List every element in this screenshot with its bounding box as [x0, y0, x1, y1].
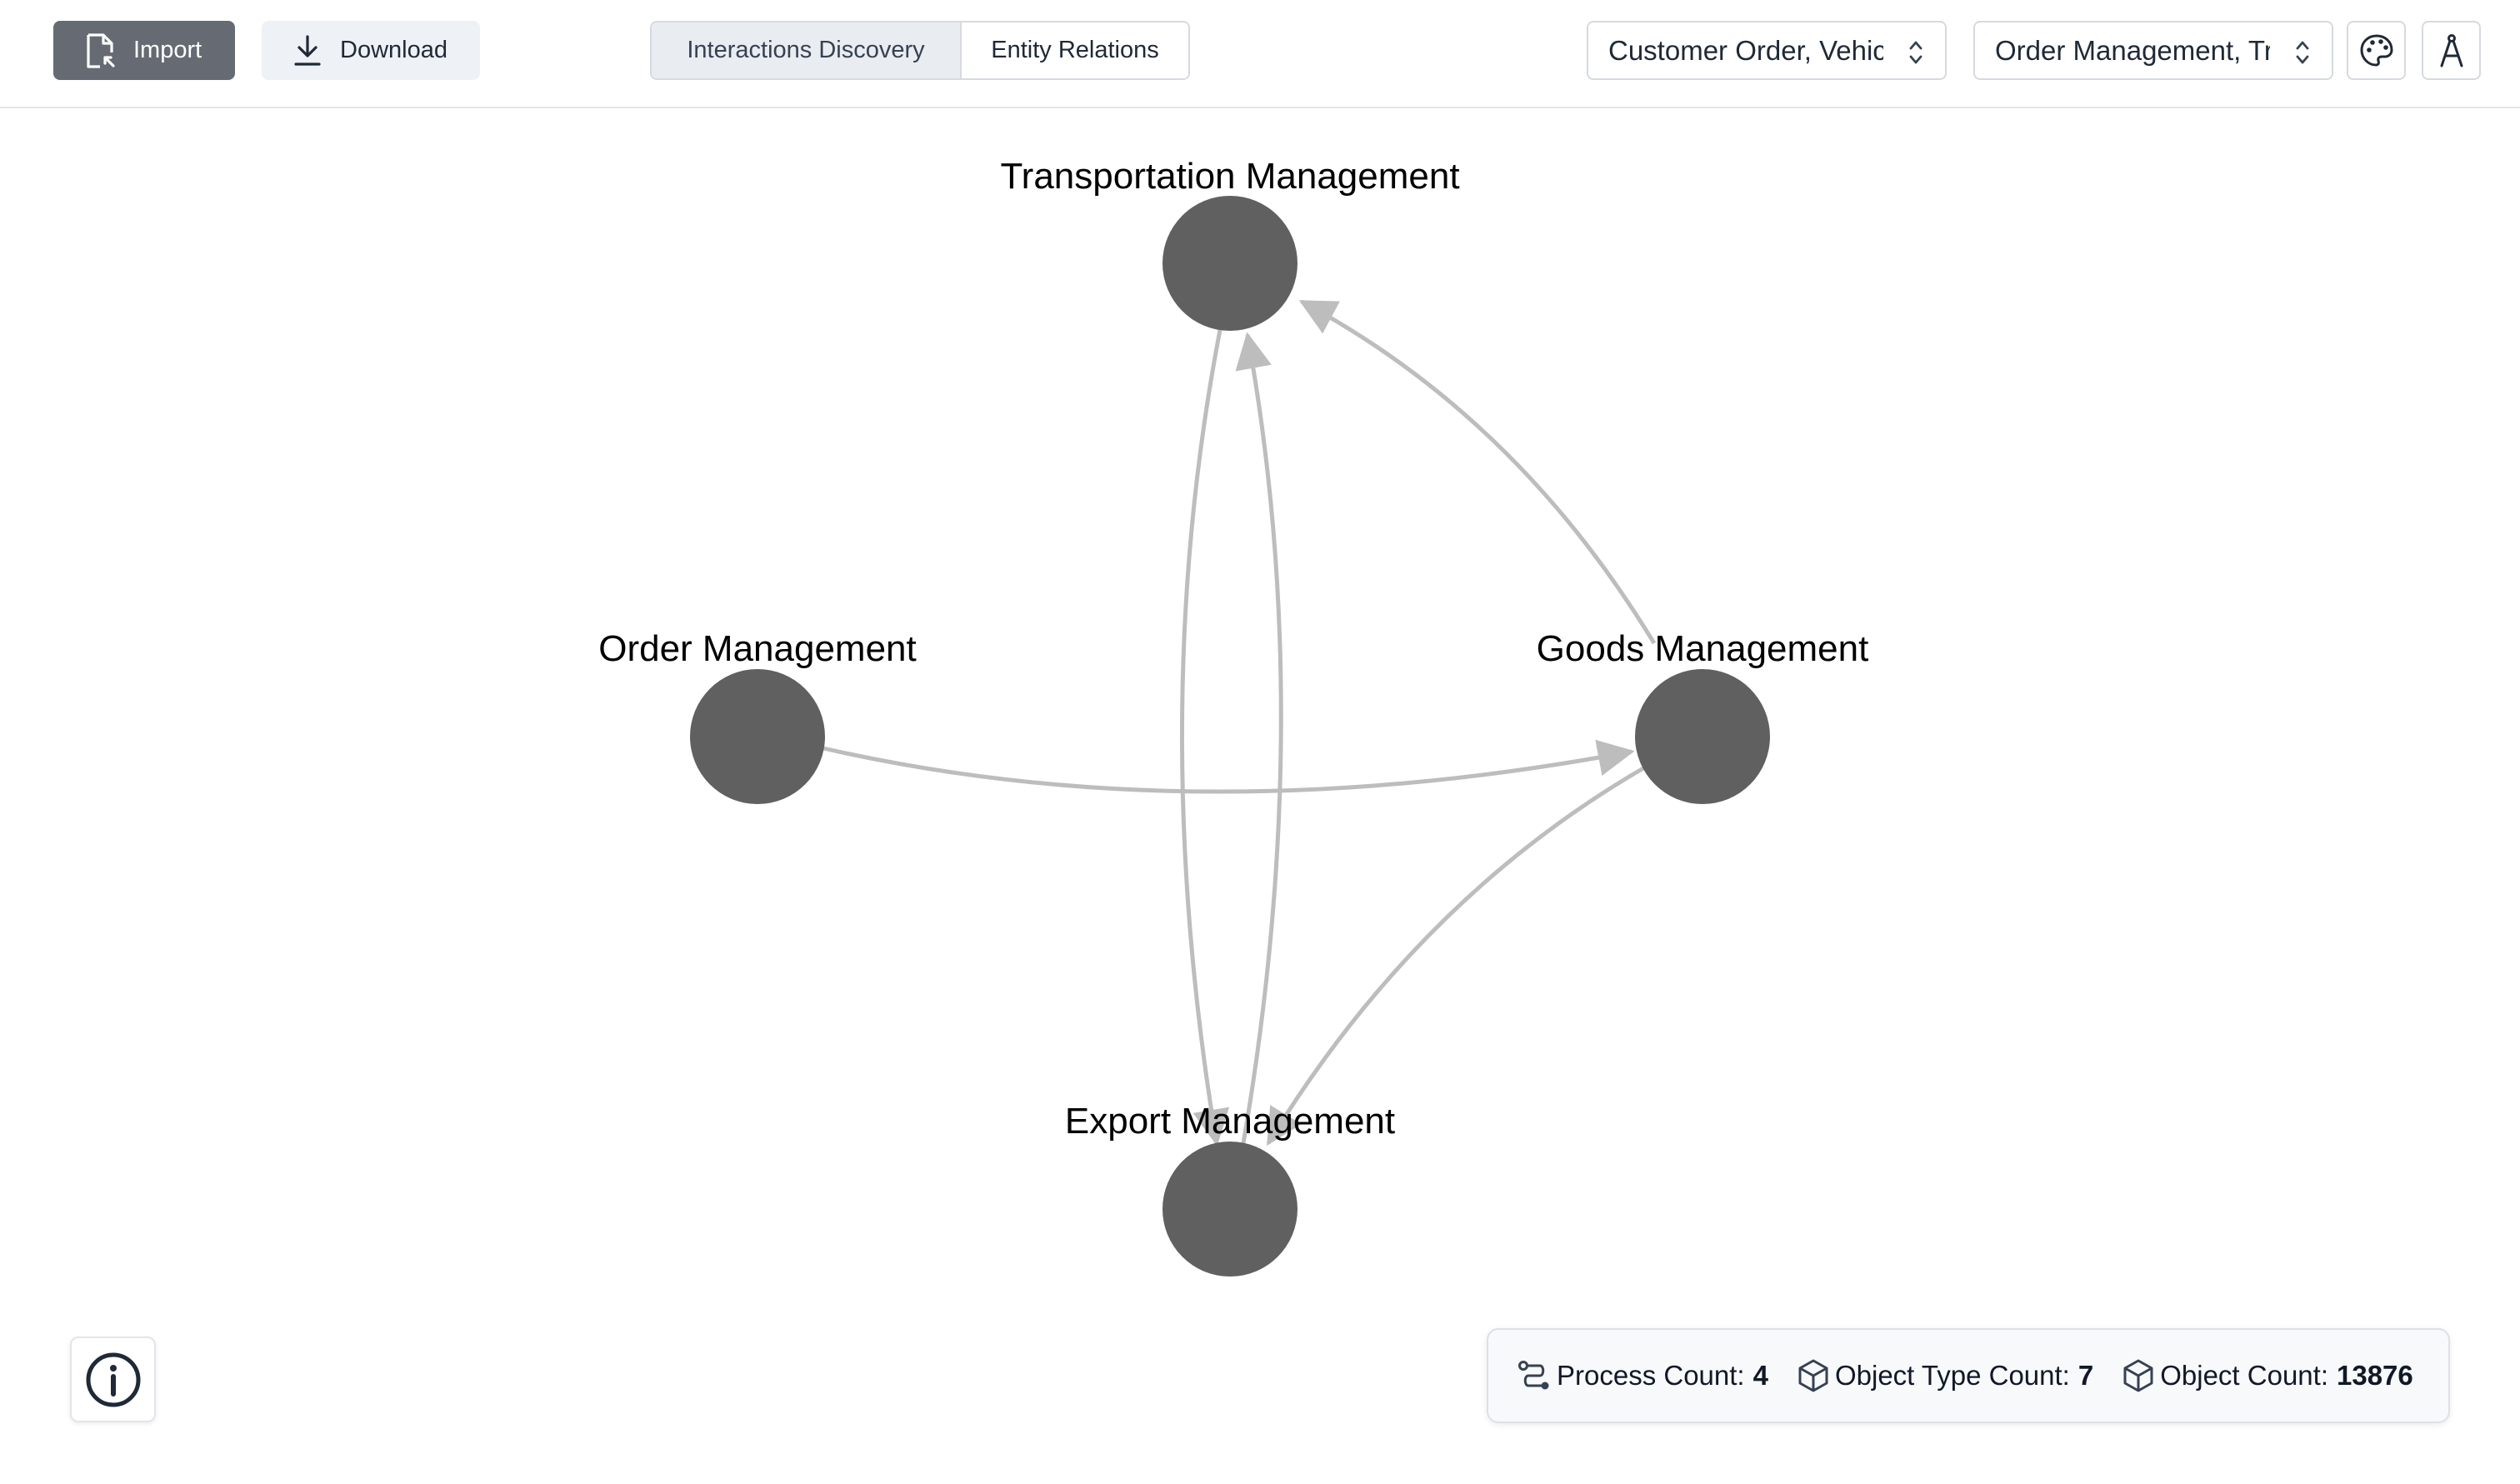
object-type-count-value: 7 [2078, 1360, 2094, 1391]
object-count-stat: Object Count: 13876 [2122, 1358, 2413, 1393]
edge-goods-to-transportation[interactable] [1298, 299, 1657, 645]
edge-order-to-goods[interactable] [822, 739, 1635, 794]
node-order-management[interactable] [690, 669, 825, 804]
object-type-select-value: Customer Order, Vehicle [1608, 34, 1883, 66]
stats-panel: Process Count: 4 Object Type Count: 7 Ob… [1487, 1328, 2450, 1423]
download-icon [294, 34, 321, 66]
import-button[interactable]: Import [53, 21, 235, 80]
palette-icon [2359, 33, 2393, 67]
route-icon [1518, 1361, 1549, 1390]
edge-transportation-to-export[interactable] [1180, 329, 1230, 1147]
process-select[interactable]: Order Management, Transportation Managem… [1973, 21, 2333, 80]
edge-goods-to-export[interactable] [1266, 766, 1645, 1147]
node-label-goods-management: Goods Management [1537, 628, 1869, 669]
tab-interactions-discovery[interactable]: Interactions Discovery [652, 22, 962, 78]
process-interaction-graph[interactable]: Transportation Management Order Manageme… [0, 108, 2520, 1484]
node-goods-management[interactable] [1635, 669, 1770, 804]
file-import-icon [87, 32, 115, 68]
object-count-value: 13876 [2337, 1360, 2413, 1391]
chevron-up-down-icon [2296, 41, 2309, 64]
cube-icon [1798, 1359, 1828, 1392]
info-icon [86, 1352, 140, 1407]
process-select-value: Order Management, Transportation Managem… [1995, 34, 2270, 66]
cube-icon [2123, 1359, 2153, 1392]
view-tabs: Interactions Discovery Entity Relations [650, 21, 1190, 80]
info-button[interactable] [70, 1337, 156, 1422]
node-label-transportation-management: Transportation Management [1000, 156, 1459, 197]
tab-entity-relations[interactable]: Entity Relations [962, 22, 1188, 78]
download-button[interactable]: Download [262, 21, 480, 80]
layout-tool-button[interactable] [2422, 21, 2481, 80]
node-transportation-management[interactable] [1162, 196, 1298, 331]
node-label-order-management: Order Management [598, 628, 917, 669]
process-count-stat: Process Count: 4 [1517, 1358, 1768, 1393]
edge-export-to-transportation[interactable] [1235, 332, 1283, 1144]
object-type-count-label: Object Type Count: [1834, 1360, 2070, 1391]
top-toolbar: Import Download Interactions Discovery E… [0, 0, 2520, 108]
chevron-up-down-icon [1909, 41, 1922, 64]
import-label: Import [133, 37, 202, 63]
process-count-label: Process Count: [1557, 1360, 1745, 1391]
object-count-label: Object Count: [2160, 1360, 2328, 1391]
color-theme-button[interactable] [2347, 21, 2406, 80]
node-export-management[interactable] [1162, 1142, 1298, 1277]
compass-icon [2440, 33, 2462, 67]
download-label: Download [340, 37, 448, 63]
object-type-select[interactable]: Customer Order, Vehicle [1587, 21, 1947, 80]
process-count-value: 4 [1752, 1360, 1768, 1391]
node-label-export-management: Export Management [1065, 1101, 1395, 1142]
object-type-count-stat: Object Type Count: 7 [1797, 1358, 2093, 1393]
